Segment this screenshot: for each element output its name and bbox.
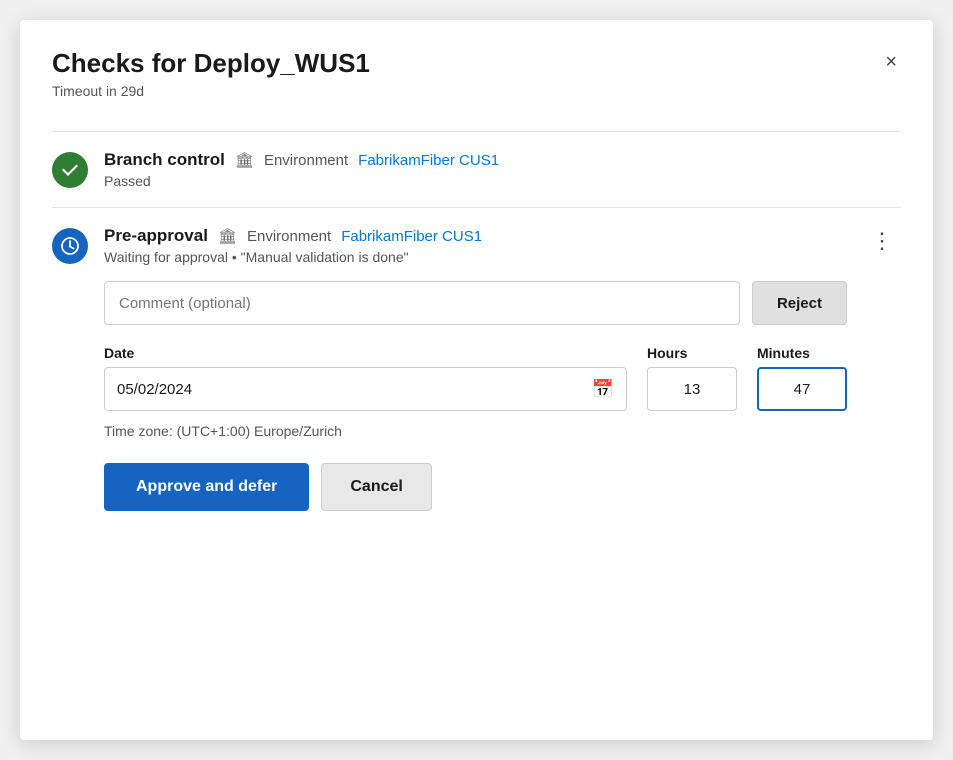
calendar-icon[interactable]: 📅: [592, 379, 614, 400]
branch-control-name: Branch control: [104, 150, 225, 170]
hours-label: Hours: [647, 345, 737, 361]
pre-approval-actions: ⋮: [847, 226, 901, 256]
env-label-2: Environment: [247, 228, 331, 245]
minutes-field-group: Minutes: [757, 345, 847, 411]
branch-control-header: Branch control 🏛 Environment FabrikamFib…: [104, 150, 901, 170]
modal-title-block: Checks for Deploy_WUS1 Timeout in 29d: [52, 48, 370, 99]
env-link-2[interactable]: FabrikamFiber CUS1: [341, 228, 482, 245]
modal-header: Checks for Deploy_WUS1 Timeout in 29d ×: [52, 48, 901, 99]
branch-control-status: Passed: [104, 173, 901, 189]
modal-subtitle: Timeout in 29d: [52, 83, 370, 99]
date-field-group: Date 📅: [104, 345, 627, 411]
more-options-button[interactable]: ⋮: [863, 226, 901, 256]
passed-status-icon: [52, 152, 88, 188]
close-icon: ×: [885, 51, 897, 73]
pending-status-icon: [52, 228, 88, 264]
cancel-button[interactable]: Cancel: [321, 463, 431, 511]
branch-control-content: Branch control 🏛 Environment FabrikamFib…: [104, 150, 901, 189]
modal-dialog: Checks for Deploy_WUS1 Timeout in 29d × …: [20, 20, 933, 740]
environment-icon-1: 🏛: [235, 151, 254, 169]
comment-row: Reject: [104, 281, 847, 325]
pre-approval-name: Pre-approval: [104, 226, 208, 246]
close-button[interactable]: ×: [881, 48, 901, 76]
checkmark-icon: [60, 160, 80, 180]
date-time-row: Date 📅 Hours Minutes: [104, 345, 847, 411]
date-label: Date: [104, 345, 627, 361]
pre-approval-header: Pre-approval 🏛 Environment FabrikamFiber…: [104, 226, 847, 246]
date-input-wrapper: 📅: [104, 367, 627, 411]
modal-title: Checks for Deploy_WUS1: [52, 48, 370, 79]
pre-approval-status: Waiting for approval • "Manual validatio…: [104, 249, 847, 265]
minutes-label: Minutes: [757, 345, 847, 361]
pre-approval-check: Pre-approval 🏛 Environment FabrikamFiber…: [52, 207, 901, 529]
comment-input[interactable]: [104, 281, 740, 325]
branch-control-check: Branch control 🏛 Environment FabrikamFib…: [52, 131, 901, 207]
clock-icon: [60, 236, 80, 256]
hours-input[interactable]: [647, 367, 737, 411]
reject-button[interactable]: Reject: [752, 281, 847, 325]
env-label-1: Environment: [264, 152, 348, 169]
approve-defer-button[interactable]: Approve and defer: [104, 463, 309, 511]
minutes-input[interactable]: [757, 367, 847, 411]
more-icon: ⋮: [871, 228, 893, 253]
env-link-1[interactable]: FabrikamFiber CUS1: [358, 152, 499, 169]
date-input[interactable]: [117, 381, 592, 398]
timezone-text: Time zone: (UTC+1:00) Europe/Zurich: [104, 423, 847, 439]
approval-form: Reject Date 📅 Hours: [104, 281, 847, 511]
environment-icon-2: 🏛: [218, 227, 237, 245]
action-buttons: Approve and defer Cancel: [104, 463, 847, 511]
pre-approval-content: Pre-approval 🏛 Environment FabrikamFiber…: [104, 226, 847, 511]
hours-field-group: Hours: [647, 345, 737, 411]
